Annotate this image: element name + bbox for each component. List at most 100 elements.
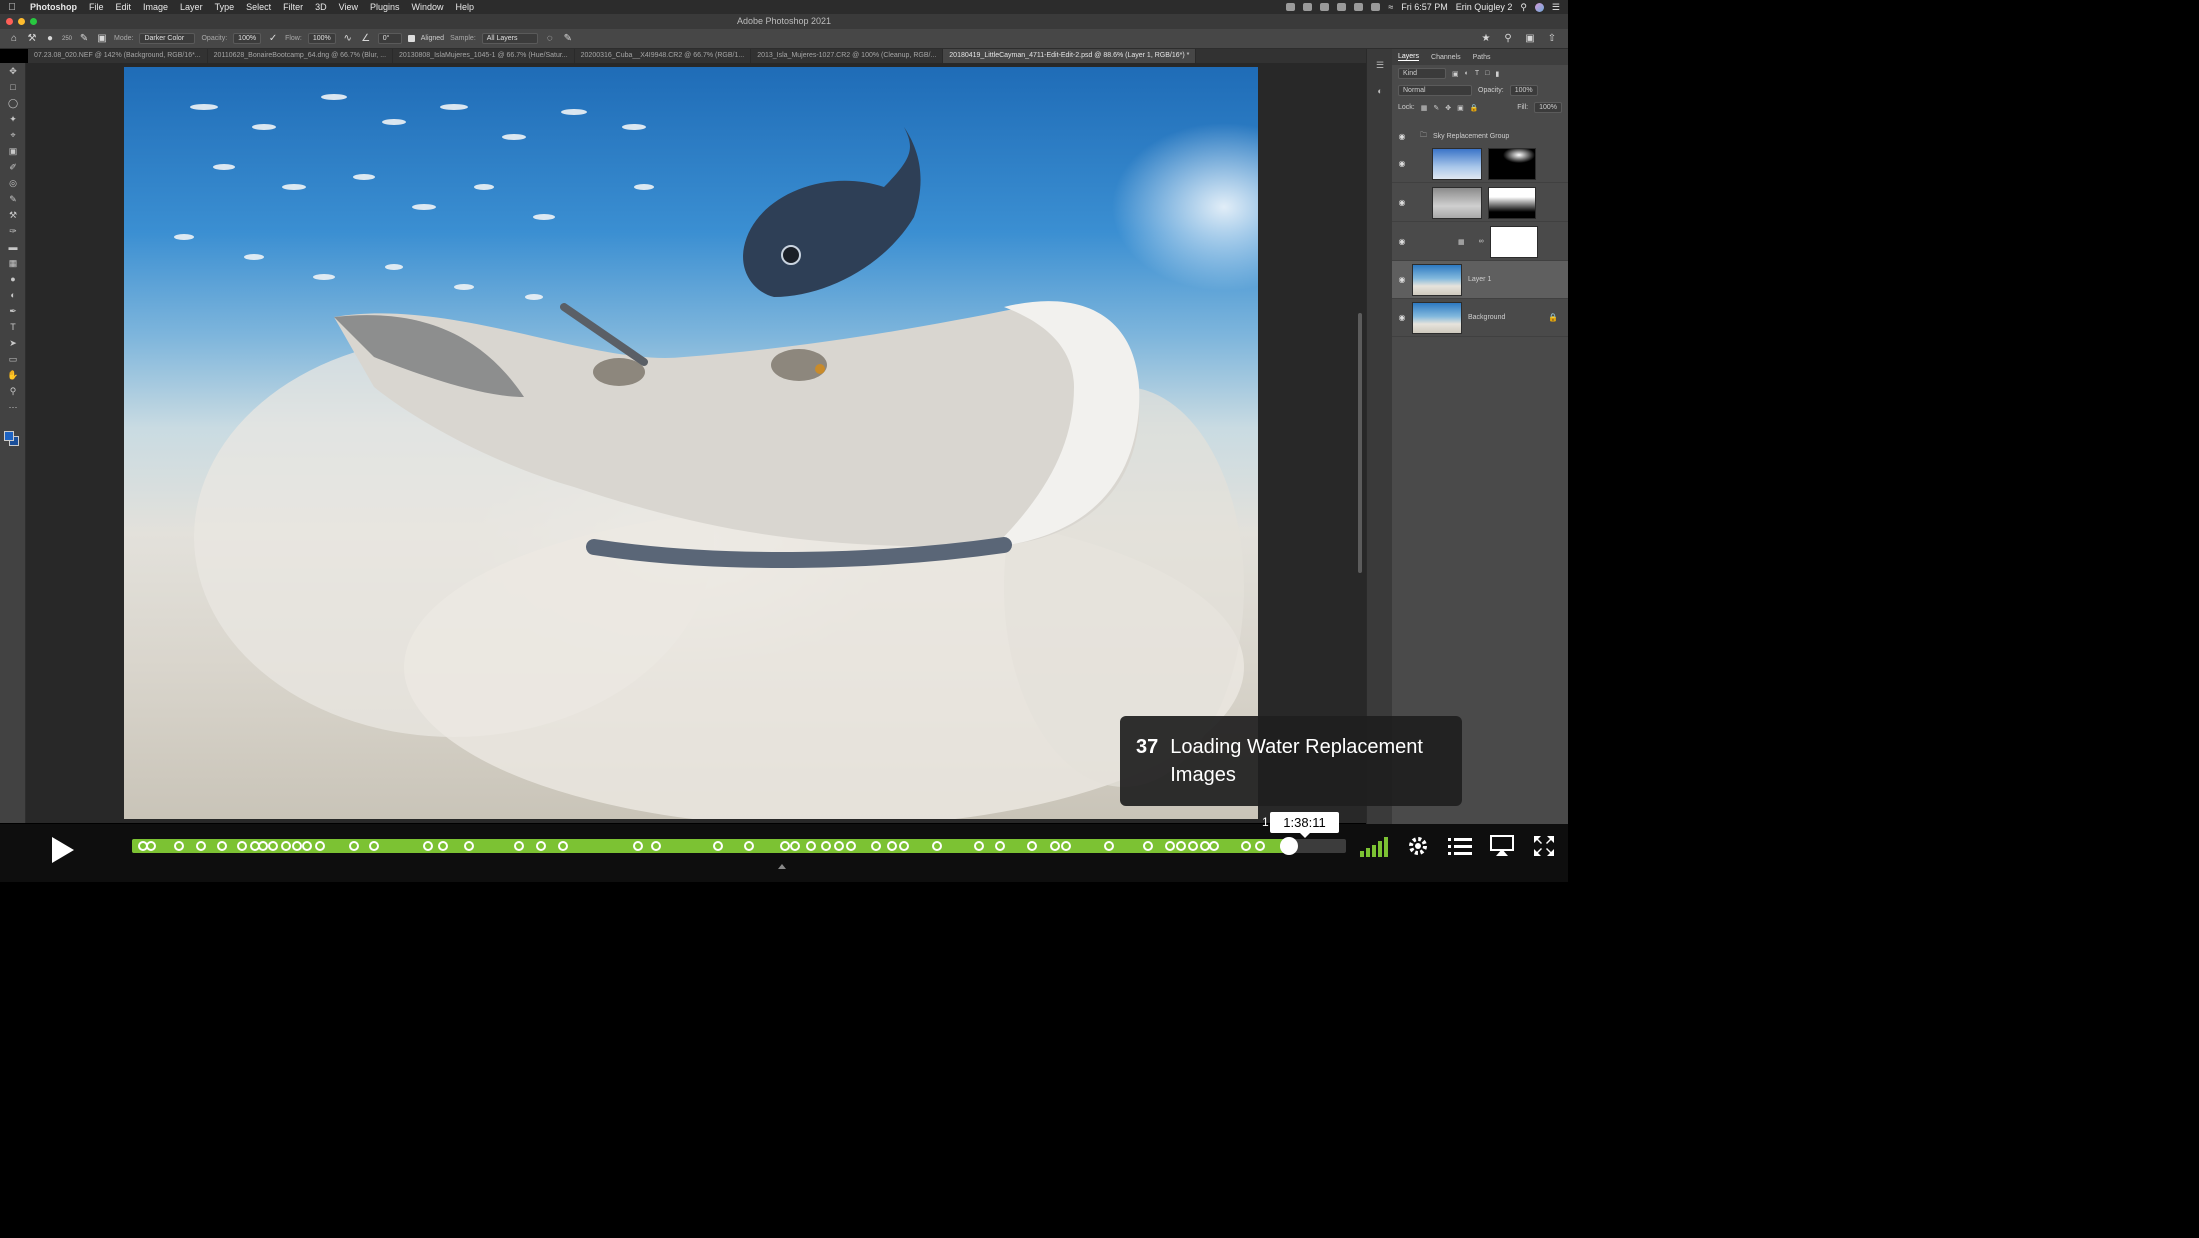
foreground-color-swatch[interactable] [4,431,14,441]
canvas-vertical-scrollbar[interactable] [1358,313,1362,573]
filter-shape-icon[interactable]: □ [1485,70,1489,77]
healing-brush-tool-icon[interactable]: ◎ [0,175,26,191]
chapter-marker[interactable] [301,841,312,851]
visibility-eye-icon[interactable]: ◉ [1392,132,1412,141]
cloud-icon[interactable] [1320,3,1330,11]
pen-tool-icon[interactable]: ✒ [0,303,26,319]
layer-1[interactable]: ◉ Layer 1 [1392,261,1568,299]
lock-image-icon[interactable]: ✎ [1433,104,1439,112]
workspace-icon[interactable]: ▣ [1524,33,1536,45]
progress-bar[interactable] [132,837,1346,855]
visibility-eye-icon[interactable]: ◉ [1392,198,1412,207]
doc-tab[interactable]: 20200316_Cuba__X4I9948.CR2 @ 66.7% (RGB/… [575,49,752,63]
menu-select[interactable]: Select [240,2,277,12]
zoom-window-button[interactable] [30,18,37,25]
chapter-marker[interactable] [536,841,547,851]
display-icon[interactable] [1303,3,1313,11]
home-icon[interactable]: ⌂ [8,33,20,45]
chapter-marker[interactable] [196,841,207,851]
doc-tab-active[interactable]: 20180419_LittleCayman_4711-Edit-Edit-2.p… [943,49,1197,63]
chapter-marker[interactable] [1060,841,1071,851]
pressure-opacity-icon[interactable]: ✓ [267,33,279,45]
controls-toggle-arrow-icon[interactable] [778,864,786,869]
apple-menu-icon[interactable]:  [0,2,24,13]
menu-type[interactable]: Type [209,2,241,12]
chapter-marker[interactable] [743,841,754,851]
marquee-tool-icon[interactable]: □ [0,79,26,95]
chapter-marker[interactable] [821,841,832,851]
chapter-marker[interactable] [1143,841,1154,851]
hand-tool-icon[interactable]: ✋ [0,367,26,383]
visibility-eye-icon[interactable]: ◉ [1392,313,1412,322]
brush-preset-icon[interactable]: ● [44,33,56,45]
chapter-marker[interactable] [886,841,897,851]
dropbox-icon[interactable] [1286,3,1296,11]
scrubber-handle[interactable] [1279,837,1298,855]
control-center-icon[interactable]: ☰ [1552,2,1560,13]
menu-window[interactable]: Window [406,2,450,12]
document-canvas-stingray-photo[interactable] [124,67,1258,819]
chapter-marker[interactable] [514,841,525,851]
chapter-marker[interactable] [146,841,157,851]
gradient-tool-icon[interactable]: ▦ [0,255,26,271]
chapters-list-icon[interactable] [1448,834,1472,858]
tab-layers[interactable]: Layers [1398,53,1420,61]
chapter-marker[interactable] [871,841,882,851]
path-select-tool-icon[interactable]: ➤ [0,335,26,351]
layer-adjustment[interactable]: ◉ ▦ ∞ [1392,223,1568,261]
chapter-marker[interactable] [713,841,724,851]
chapter-marker[interactable] [789,841,800,851]
crop-tool-icon[interactable]: ⌖ [0,127,26,143]
visibility-eye-icon[interactable]: ◉ [1392,159,1412,168]
chapter-marker[interactable] [805,841,816,851]
layer-sky[interactable]: ◉ [1392,145,1568,183]
chapter-marker[interactable] [437,841,448,851]
chapter-marker[interactable] [995,841,1005,851]
doc-tab[interactable]: 2013_Isla_Mujeres-1027.CR2 @ 100% (Clean… [751,49,944,63]
spotlight-search-icon[interactable]: ⚲ [1520,2,1527,13]
sync-icon[interactable] [1337,3,1347,11]
shape-tool-icon[interactable]: ▭ [0,351,26,367]
wifi-icon[interactable]: ≈ [1388,2,1393,12]
menu-file[interactable]: File [83,2,110,12]
filter-type-icon[interactable]: T [1475,70,1479,77]
chapter-marker[interactable] [174,841,185,851]
visibility-eye-icon[interactable]: ◉ [1392,275,1412,284]
mode-select[interactable]: Darker Color [139,33,196,44]
chapter-marker[interactable] [258,841,269,851]
lock-transparent-icon[interactable]: ▦ [1421,104,1428,112]
pressure-size-icon[interactable]: ✎ [562,33,574,45]
lock-position-icon[interactable]: ✥ [1445,104,1451,112]
zoom-tool-icon[interactable]: ⚲ [0,383,26,399]
chapter-marker[interactable] [315,841,326,851]
fullscreen-icon[interactable] [1532,834,1556,858]
layer-background[interactable]: ◉ Background 🔒 [1392,299,1568,337]
layer-fill-field[interactable]: 100% [1534,102,1562,113]
blur-tool-icon[interactable]: ● [0,271,26,287]
chapter-marker[interactable] [281,841,292,851]
brush-tool-icon[interactable]: ✎ [0,191,26,207]
history-brush-tool-icon[interactable]: ✑ [0,223,26,239]
chapter-marker[interactable] [899,841,910,851]
bluetooth-icon[interactable] [1354,3,1364,11]
menu-filter[interactable]: Filter [277,2,309,12]
chapter-marker[interactable] [423,841,434,851]
chapter-marker[interactable] [557,841,568,851]
eraser-tool-icon[interactable]: ▬ [0,239,26,255]
clone-source-icon[interactable]: ▣ [96,33,108,45]
layer-mask-thumbnail[interactable] [1488,186,1536,219]
doc-tab[interactable]: 07.23.08_020.NEF @ 142% (Background, RGB… [28,49,208,63]
chapter-marker[interactable] [1188,841,1199,851]
menu-image[interactable]: Image [137,2,174,12]
chapter-marker[interactable] [1026,841,1037,851]
chapter-marker[interactable] [1254,841,1265,851]
type-tool-icon[interactable]: T [0,319,26,335]
opacity-field[interactable]: 100% [233,33,262,44]
layer-group-sky-replacement[interactable]: ◉ 🗀 Sky Replacement Group [1392,129,1568,143]
filter-smart-object-icon[interactable]: ▮ [1495,70,1499,78]
chapter-marker[interactable] [1104,841,1115,851]
menu-edit[interactable]: Edit [110,2,138,12]
adjustments-panel-icon[interactable]: ◐ [1367,81,1393,101]
share-icon[interactable]: ★ [1480,33,1492,45]
chapter-marker[interactable] [1175,841,1186,851]
